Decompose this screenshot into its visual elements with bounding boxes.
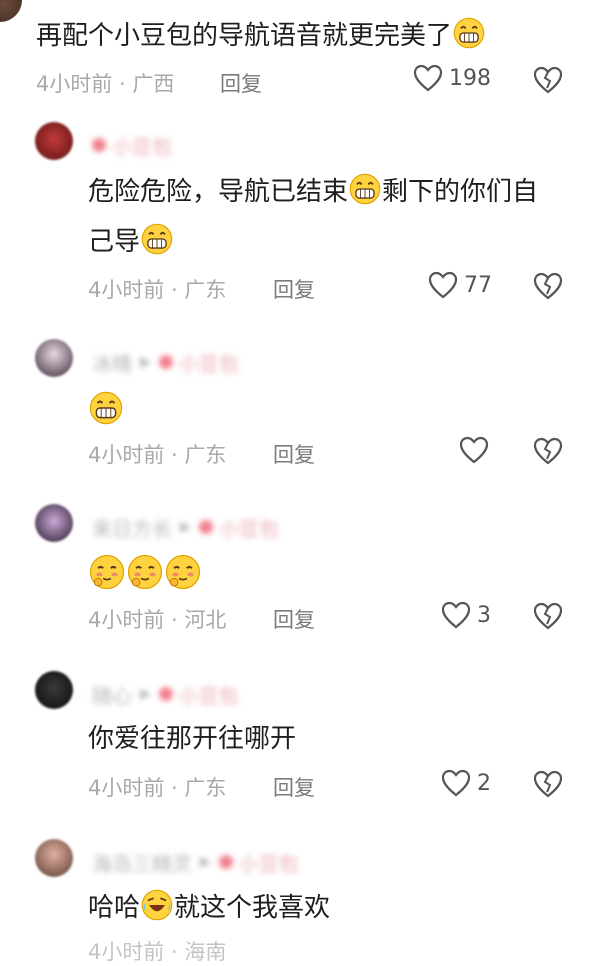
avatar[interactable] — [35, 339, 73, 377]
avatar[interactable] — [35, 839, 73, 877]
grin-emoji-icon — [141, 223, 173, 255]
dislike-icon[interactable] — [533, 770, 563, 798]
comment-meta: 4小时前 · 广西 — [36, 72, 175, 96]
comment-text: 你爱往那开往哪开 — [88, 724, 297, 754]
like-count: 77 — [464, 272, 492, 298]
comment-meta: 4小时前 · 广东 — [88, 278, 227, 302]
avatar[interactable] — [35, 122, 73, 160]
heart-icon — [441, 769, 471, 797]
comment-meta: 4小时前 · 广东 — [88, 443, 227, 467]
blush-emoji-icon — [165, 554, 201, 590]
heart-icon — [441, 601, 471, 629]
reply-button[interactable]: 回复 — [273, 772, 315, 802]
blurred-username: 小豆包 — [92, 132, 172, 159]
like-button[interactable]: 77 — [428, 271, 492, 299]
avatar[interactable] — [35, 504, 73, 542]
dislike-icon[interactable] — [533, 602, 563, 630]
reply-button[interactable]: 回复 — [273, 439, 315, 469]
blurred-username: 来日方长 ▶ 小豆包 — [92, 516, 279, 541]
reply-button[interactable]: 回复 — [273, 604, 315, 634]
avatar[interactable] — [35, 671, 73, 709]
like-count: 198 — [449, 65, 491, 91]
like-button[interactable]: 198 — [413, 64, 491, 92]
heart-icon — [413, 64, 443, 92]
comment-meta: 4小时前 · 广东 — [88, 776, 227, 800]
dislike-icon[interactable] — [533, 66, 563, 94]
grin-emoji-icon — [453, 17, 485, 49]
dislike-icon[interactable] — [533, 437, 563, 465]
blurred-username: 冰晴 ▶ 小豆包 — [92, 351, 239, 376]
comment-meta: 4小时前 · 河北 — [88, 608, 227, 632]
comment-text: 危险危险，导航已结束 剩下的你们自 — [88, 172, 538, 209]
reply-button[interactable]: 回复 — [273, 274, 315, 304]
blurred-username: 随心 ▶ 小豆包 — [92, 683, 239, 708]
comment-text-line2: 己导 — [88, 222, 174, 259]
comment-text: 哈哈 就这个我喜欢 — [88, 888, 330, 925]
laugh-cry-emoji-icon — [141, 889, 173, 921]
like-button[interactable]: 2 — [441, 769, 491, 797]
like-button[interactable] — [459, 436, 495, 464]
like-count: 2 — [477, 770, 491, 796]
heart-icon — [428, 271, 458, 299]
heart-icon — [459, 436, 489, 464]
grin-emoji-icon — [349, 173, 381, 205]
like-count: 3 — [477, 602, 491, 628]
blurred-username: 海岛三精灵 ▶ 小豆包 — [92, 851, 299, 876]
avatar[interactable] — [0, 0, 22, 22]
grin-emoji-icon — [89, 391, 123, 425]
blush-emoji-icon — [127, 554, 163, 590]
blush-emoji-icon — [89, 554, 125, 590]
comment-meta-cut: 4小时前 · 海南 — [88, 940, 227, 964]
blush-emoji-row — [88, 553, 202, 591]
like-button[interactable]: 3 — [441, 601, 491, 629]
dislike-icon[interactable] — [533, 272, 563, 300]
comment-text: 再配个小豆包的导航语音就更完美了 — [36, 16, 486, 53]
reply-button[interactable]: 回复 — [220, 68, 262, 98]
